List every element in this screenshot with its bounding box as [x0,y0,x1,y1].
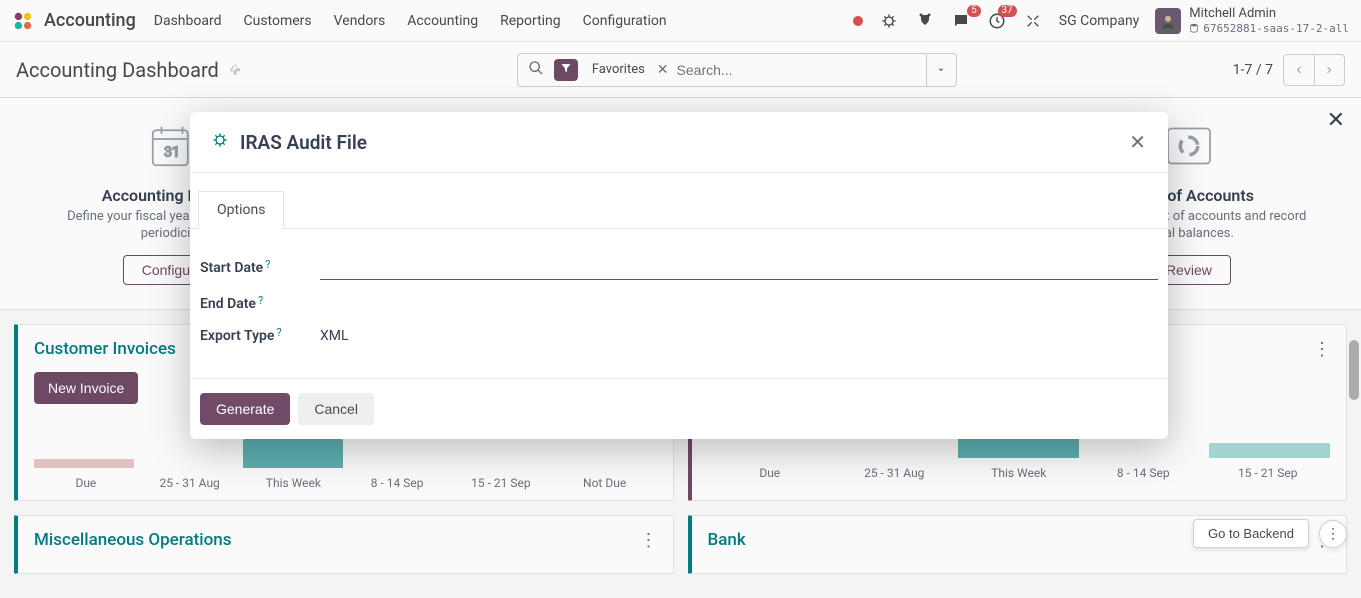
row-start-date: Start Date? [190,247,1168,288]
label-end-date: End Date? [200,296,300,312]
modal-footer: Generate Cancel [190,378,1168,439]
modal-tabs: Options [190,191,1168,229]
export-type-value[interactable]: XML [320,328,1158,344]
cancel-button[interactable]: Cancel [298,393,374,425]
bug-icon[interactable] [212,132,228,152]
generate-button[interactable]: Generate [200,393,290,425]
row-end-date: End Date? [190,288,1168,320]
modal-header: IRAS Audit File ✕ [190,112,1168,173]
backend-pill: Go to Backend ⋮ [1193,519,1347,548]
label-export-type: Export Type? [200,328,300,344]
row-export-type: Export Type? XML [190,320,1168,352]
help-icon[interactable]: ? [276,326,281,339]
start-date-input[interactable] [320,255,1158,280]
tab-options[interactable]: Options [198,191,284,229]
modal-title: IRAS Audit File [240,131,367,154]
kebab-icon[interactable]: ⋮ [1319,520,1347,548]
help-icon[interactable]: ? [265,258,270,271]
close-icon[interactable]: ✕ [1129,130,1146,154]
modal-iras-audit: IRAS Audit File ✕ Options Start Date? En… [190,112,1168,439]
go-to-backend-button[interactable]: Go to Backend [1193,519,1309,548]
help-icon[interactable]: ? [258,294,263,307]
label-start-date: Start Date? [200,260,300,276]
modal-body: Options Start Date? End Date? Export Typ… [190,173,1168,378]
